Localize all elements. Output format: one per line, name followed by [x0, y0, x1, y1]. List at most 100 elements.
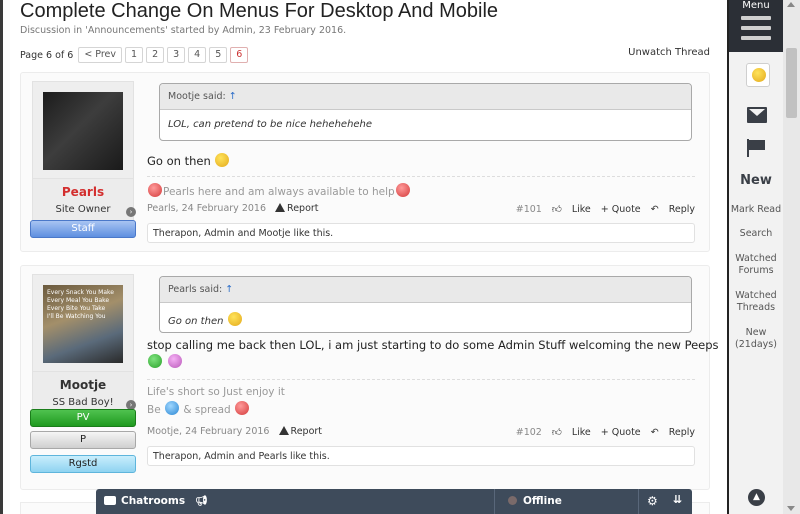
watched-threads-link[interactable]: Watched Threads [729, 290, 783, 314]
chatrooms-bar[interactable]: Chatrooms 📢︎ Offline ⚙ ⇊ [96, 489, 692, 514]
post-102: Every Snack You Make Every Meal You Bake… [20, 265, 719, 490]
warning-icon [278, 426, 289, 435]
quote-jump-icon[interactable]: ↑ [229, 91, 237, 102]
avatar[interactable]: Every Snack You Make Every Meal You Bake… [32, 274, 134, 372]
new-posts-link[interactable]: New [729, 173, 783, 188]
page-count-label: Page 6 of 6 [20, 49, 74, 61]
info-icon[interactable]: › [126, 207, 136, 217]
hamburger-icon [741, 36, 771, 40]
smiley-icon [215, 153, 230, 167]
menu-button[interactable]: Menu [729, 0, 783, 52]
signature-text: Pearls here and am always available to h… [163, 186, 395, 198]
report-link[interactable]: Report [275, 203, 319, 214]
quote-author[interactable]: Pearls said: [168, 284, 222, 295]
quote-button[interactable]: + Quote [601, 427, 641, 438]
smiley-icon [167, 354, 182, 368]
post-footer: Mootje, 24 February 2016 Report #102 👍︎ … [147, 426, 695, 442]
prev-page-button[interactable]: < Prev [78, 47, 123, 63]
search-link[interactable]: Search [729, 228, 783, 240]
mark-read-link[interactable]: Mark Read [729, 204, 783, 216]
p-banner: P [30, 431, 136, 449]
watched-forums-link[interactable]: Watched Forums [729, 253, 783, 277]
hamburger-icon [741, 26, 771, 30]
message-text: stop calling me back then LOL, i am just… [147, 338, 719, 352]
reply-button[interactable]: ↶ Reply [651, 204, 695, 215]
like-button[interactable]: 👍︎ Like [552, 427, 591, 438]
user-title: SS Bad Boy! [52, 397, 114, 408]
username-box: Pearls Site Owner [32, 179, 134, 223]
smiley-icon [148, 354, 162, 368]
quote-jump-icon[interactable]: ↑ [225, 284, 233, 295]
post-date[interactable]: Pearls, 24 February 2016 [147, 203, 266, 214]
smiley-icon [752, 68, 766, 82]
account-avatar[interactable] [746, 63, 770, 87]
quote-author[interactable]: Mootje said: [168, 91, 226, 102]
post-footer: Pearls, 24 February 2016 Report #101 👍︎ … [147, 203, 695, 219]
page-6-current[interactable]: 6 [230, 47, 249, 63]
right-sidebar: Menu New Mark Read Search Watched Forums… [727, 0, 783, 514]
new-21days-link[interactable]: New (21days) [729, 327, 783, 351]
username[interactable]: Mootje [33, 378, 133, 392]
post-number[interactable]: #102 [516, 427, 542, 438]
quote-text: Go on then [160, 303, 691, 336]
warning-icon [275, 203, 286, 212]
envelope-icon[interactable] [747, 107, 767, 123]
megaphone-icon[interactable]: 📢︎ [195, 496, 208, 507]
chat-status[interactable]: Offline [508, 495, 562, 507]
scroll-up-icon[interactable] [787, 2, 795, 7]
page-2-link[interactable]: 2 [146, 47, 165, 63]
reply-button[interactable]: ↶ Reply [651, 427, 695, 438]
page-3-link[interactable]: 3 [167, 47, 186, 63]
post-number[interactable]: #101 [516, 204, 542, 215]
message-text: Go on then [147, 154, 211, 168]
likes-summary: Therapon, Admin and Pearls like this. [147, 446, 695, 466]
username[interactable]: Pearls [33, 185, 133, 199]
arrow-up-icon[interactable]: ▲ [748, 489, 765, 506]
double-chevron-down-icon[interactable]: ⇊ [673, 493, 682, 506]
quote-block: Mootje said: ↑ LOL, can pretend to be ni… [159, 83, 692, 141]
hamburger-icon [741, 16, 771, 20]
like-button[interactable]: 👍︎ Like [552, 204, 591, 215]
avatar-caption: Every Snack You Make Every Meal You Bake… [47, 289, 114, 320]
signature-line: Life's short so Just enjoy it [147, 386, 285, 398]
quote-text: LOL, can pretend to be nice hehehehehe [168, 119, 373, 130]
avatar[interactable] [32, 81, 134, 179]
page-5-link[interactable]: 5 [209, 47, 228, 63]
signature-line: Be & spread [147, 401, 695, 416]
avatar-image [43, 92, 123, 170]
post-message: stop calling me back then LOL, i am just… [147, 338, 719, 369]
chatrooms-label: Chatrooms [121, 495, 186, 507]
flag-icon[interactable] [747, 139, 767, 157]
chatrooms-toggle[interactable]: Chatrooms 📢︎ [104, 495, 208, 507]
signature: Life's short so Just enjoy it Be & sprea… [147, 379, 695, 419]
thread-meta: Discussion in 'Announcements' started by… [20, 25, 347, 36]
page-1-link[interactable]: 1 [125, 47, 144, 63]
pv-banner: PV [30, 409, 136, 427]
likes-summary: Therapon, Admin and Mootje like this. [147, 223, 695, 243]
report-link[interactable]: Report [278, 426, 322, 437]
rgstd-banner: Rgstd [30, 455, 136, 473]
scroll-down-icon[interactable] [787, 506, 795, 511]
quote-header: Mootje said: ↑ [160, 84, 691, 110]
user-title: Site Owner [55, 204, 111, 215]
smiley-icon [395, 183, 410, 197]
unwatch-thread-link[interactable]: Unwatch Thread [628, 47, 710, 58]
chat-bubble-icon [104, 496, 116, 505]
chat-divider [638, 489, 639, 514]
quote-button[interactable]: + Quote [601, 204, 641, 215]
quote-header: Pearls said: ↑ [160, 277, 691, 303]
gear-icon[interactable]: ⚙ [647, 494, 658, 508]
page-4-link[interactable]: 4 [188, 47, 207, 63]
chat-divider [494, 489, 495, 514]
smiley-icon [165, 401, 180, 415]
pagination: Page 6 of 6 < Prev 1 2 3 4 5 6 [20, 47, 249, 63]
smiley-icon [227, 312, 242, 326]
quote-block: Pearls said: ↑ Go on then [159, 276, 692, 333]
scrollbar[interactable] [783, 0, 800, 514]
staff-banner: Staff [30, 220, 136, 238]
main-content: Complete Change On Menus For Desktop And… [0, 0, 727, 514]
post-date[interactable]: Mootje, 24 February 2016 [147, 426, 269, 437]
smiley-icon [148, 183, 162, 197]
scrollbar-thumb[interactable] [786, 48, 797, 118]
thread-title: Complete Change On Menus For Desktop And… [20, 0, 499, 22]
